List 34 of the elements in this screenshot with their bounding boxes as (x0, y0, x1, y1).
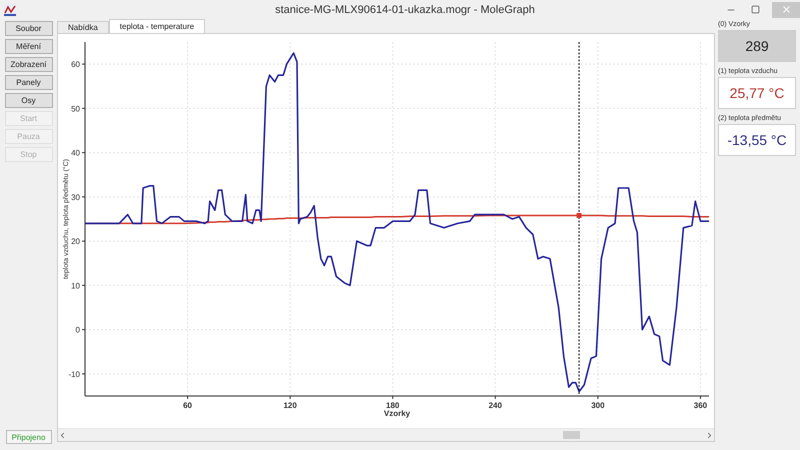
x-tick-label: 240 (488, 401, 502, 410)
tab[interactable]: Nabídka (57, 21, 109, 33)
y-tick-label: 60 (71, 60, 80, 70)
x-axis-title: Vzorky (384, 409, 410, 418)
sidebar-button[interactable]: Panely (4, 75, 52, 90)
window-title: stanice-MG-MLX90614-01-ukazka.mogr - MoleGraph (274, 4, 536, 16)
cursor-line[interactable] (576, 42, 582, 396)
sidebar-button[interactable]: Zobrazení (4, 57, 52, 72)
sidebar-button[interactable]: Soubor (4, 21, 52, 36)
readout-value: 25,77 °C (718, 77, 796, 109)
sidebar-button[interactable]: Osy (4, 93, 52, 108)
x-tick-label: 300 (591, 401, 605, 410)
x-tick-label: 60 (183, 401, 192, 410)
readout-value: 289 (718, 30, 796, 62)
x-tick-label: 120 (283, 401, 297, 410)
horizontal-scrollbar[interactable] (58, 428, 714, 441)
y-tick-label: 30 (71, 192, 80, 202)
y-tick-label: 10 (71, 281, 80, 290)
y-tick-label: 50 (71, 104, 80, 114)
x-tick-label: 180 (386, 401, 400, 410)
x-tick-label: 360 (694, 401, 708, 410)
scroll-right-icon[interactable] (705, 430, 714, 440)
app-logo-icon (4, 4, 16, 16)
y-tick-label: 40 (71, 148, 80, 158)
sidebar-button[interactable]: Měření (4, 39, 52, 54)
tab[interactable]: teplota - temperature (108, 19, 206, 33)
maximize-icon (750, 5, 760, 14)
y-tick-label: 20 (71, 237, 80, 246)
scrollbar-thumb[interactable] (563, 431, 580, 439)
y-tick-label: 0 (76, 326, 80, 335)
readout-value: -13,55 °C (718, 124, 796, 156)
scroll-left-icon[interactable] (58, 430, 67, 440)
close-icon (780, 4, 792, 15)
y-tick-label: -10 (68, 370, 80, 379)
